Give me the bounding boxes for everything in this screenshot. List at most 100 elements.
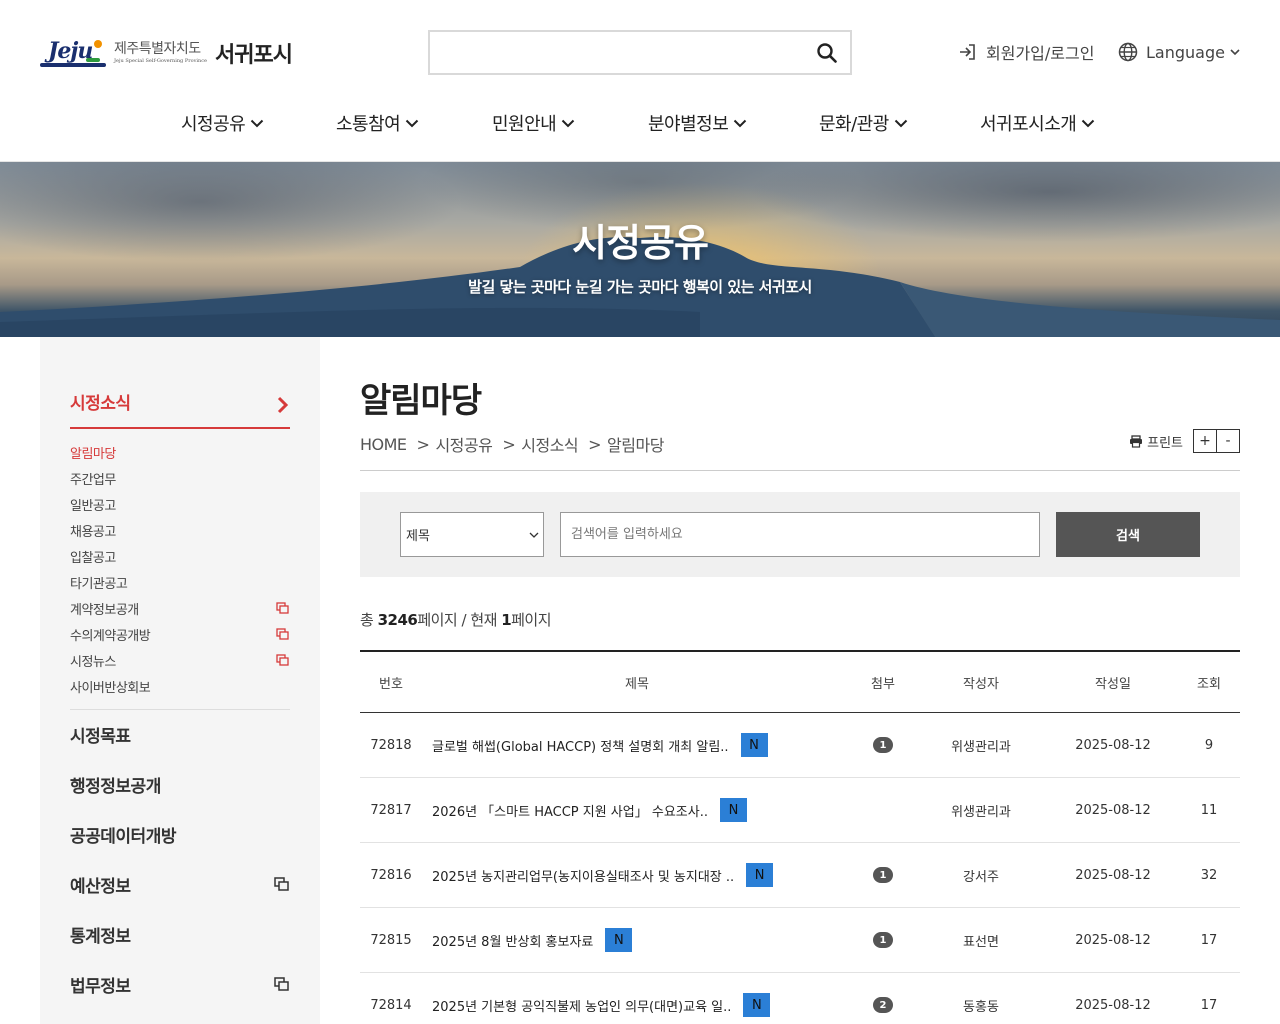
- breadcrumb-item[interactable]: 시정소식: [521, 432, 578, 456]
- breadcrumb-item[interactable]: 시정공유: [435, 432, 492, 456]
- page-count: 총 3246페이지 / 현재 1페이지: [360, 609, 552, 630]
- language-selector[interactable]: Language: [1118, 40, 1241, 64]
- gnb-label: 분야별정보: [648, 114, 729, 135]
- chevron-down-icon: [251, 119, 264, 128]
- sidebar-item-label: 법무정보: [70, 976, 131, 997]
- gnb-item-city-intro[interactable]: 서귀포시소개: [980, 108, 1096, 138]
- hero-banner: 시정공유 발길 닿는 곳마다 눈길 가는 곳마다 행복이 있는 서귀포시: [0, 162, 1280, 337]
- sidebar-section-title[interactable]: 시정소식: [70, 389, 290, 429]
- sidebar-item-label: 시정목표: [70, 726, 131, 747]
- chevron-down-icon: [529, 532, 539, 538]
- logo-city: 서귀포시: [215, 43, 293, 68]
- row-number: 72814: [370, 997, 412, 1013]
- row-attachment: 2: [852, 997, 914, 1013]
- sidebar-item-budget-info[interactable]: 예산정보: [70, 859, 290, 909]
- sidebar-item-public-data[interactable]: 공공데이터개방: [70, 809, 290, 859]
- sidebar-item-city-news[interactable]: 시정뉴스: [70, 647, 290, 673]
- sidebar-item-city-goals[interactable]: 시정목표: [70, 709, 290, 759]
- sidebar-item-contract-info[interactable]: 계약정보공개: [70, 595, 290, 621]
- table-row: 72814 2025년 기본형 공익직불제 농업인 의무(대면)교육 일.. N…: [360, 973, 1240, 1024]
- printer-icon: [1130, 434, 1143, 448]
- sidebar-item-general-notice[interactable]: 일반공고: [70, 491, 290, 517]
- row-author: 강서주: [963, 869, 999, 885]
- board-search-input[interactable]: [560, 512, 1040, 557]
- title-divider: [360, 470, 1240, 471]
- sidebar-main-menu: 시정목표 행정정보공개 공공데이터개방 예산정보 통계정보 법무정보: [70, 709, 290, 1009]
- sidebar-item-label: 타기관공고: [70, 576, 128, 592]
- logo-sun-dot: [94, 40, 102, 48]
- sidebar-item-other-agency[interactable]: 타기관공고: [70, 569, 290, 595]
- sidebar-item-label: 예산정보: [70, 876, 131, 897]
- gnb-item-civil-service[interactable]: 민원안내: [492, 108, 576, 138]
- search-icon[interactable]: [812, 38, 842, 68]
- search-field-value: 제목: [406, 529, 430, 544]
- table-row: 72818 글로벌 해썹(Global HACCP) 정책 설명회 개최 알림.…: [360, 713, 1240, 778]
- attachment-count-icon[interactable]: 1: [873, 737, 893, 753]
- table-row: 72815 2025년 8월 반상회 홍보자료 N 1 표선면 2025-08-…: [360, 908, 1240, 973]
- gnb-item-participation[interactable]: 소통참여: [336, 108, 420, 138]
- row-number: 72815: [370, 932, 412, 948]
- board-table: 번호 제목 첨부 작성자 작성일 조회 72818 글로벌 해썹(Global …: [360, 650, 1240, 1024]
- header-number: 번호: [379, 676, 403, 692]
- zoom-in-button[interactable]: +: [1193, 429, 1217, 453]
- sidebar-item-label: 주간업무: [70, 472, 116, 488]
- zoom-out-button[interactable]: -: [1216, 429, 1240, 453]
- sidebar-item-legal-info[interactable]: 법무정보: [70, 959, 290, 1009]
- jeju-logo-mark: Jeju: [40, 38, 106, 68]
- row-title-link[interactable]: 2025년 8월 반상회 홍보자료: [432, 931, 593, 950]
- gnb-item-field-info[interactable]: 분야별정보: [648, 108, 748, 138]
- sidebar-item-notice-board[interactable]: 알림마당: [70, 439, 290, 465]
- language-label: Language: [1146, 42, 1225, 62]
- count-total: 3246: [377, 611, 418, 629]
- globe-icon: [1118, 42, 1138, 62]
- row-title-cell: 2025년 8월 반상회 홍보자료 N: [422, 928, 852, 952]
- chevron-down-icon: [894, 119, 908, 128]
- chevron-down-icon: [1230, 49, 1240, 56]
- board-search-button[interactable]: 검색: [1056, 512, 1200, 557]
- row-number: 72816: [370, 867, 412, 883]
- row-title-link[interactable]: 글로벌 해썹(Global HACCP) 정책 설명회 개최 알림..: [432, 736, 729, 755]
- row-date: 2025-08-12: [1075, 867, 1151, 883]
- breadcrumb-home[interactable]: HOME: [360, 435, 407, 454]
- gnb-label: 서귀포시소개: [980, 114, 1077, 135]
- banner-title: 시정공유: [572, 221, 709, 265]
- header-date: 작성일: [1095, 676, 1131, 692]
- attachment-count-icon[interactable]: 1: [873, 867, 893, 883]
- count-mid: 페이지 / 현재: [417, 611, 502, 629]
- gnb-label: 시정공유: [181, 114, 246, 135]
- main-navigation: 시정공유 소통참여 민원안내 분야별정보 문화/관광 서귀포시소개: [0, 108, 1280, 138]
- count-current: 1: [501, 611, 512, 629]
- row-title-cell: 글로벌 해썹(Global HACCP) 정책 설명회 개최 알림.. N: [422, 733, 852, 757]
- row-title-link[interactable]: 2025년 농지관리업무(농지이용실태조사 및 농지대장 ..: [432, 866, 734, 885]
- gnb-item-culture-tourism[interactable]: 문화/관광: [819, 108, 909, 138]
- print-label: 프린트: [1147, 435, 1183, 451]
- row-title-link[interactable]: 2026년 「스마트 HACCP 지원 사업」 수요조사..: [432, 801, 708, 820]
- row-views: 17: [1200, 932, 1218, 948]
- banner-subtitle: 발길 닿는 곳마다 눈길 가는 곳마다 행복이 있는 서귀포시: [468, 278, 812, 296]
- gnb-item-city-sharing[interactable]: 시정공유: [181, 108, 265, 138]
- chevron-down-icon: [406, 119, 419, 128]
- row-number: 72817: [370, 802, 412, 818]
- sidebar-item-cyber-meeting[interactable]: 사이버반상회보: [70, 673, 290, 699]
- sidebar-item-admin-info[interactable]: 행정정보공개: [70, 759, 290, 809]
- row-title-cell: 2025년 기본형 공익직불제 농업인 의무(대면)교육 일.. N: [422, 993, 852, 1017]
- site-header: Jeju 제주특별자치도 Jeju Special Self-Governing…: [0, 0, 1280, 162]
- board-search-panel: 제목 검색: [360, 492, 1240, 577]
- site-logo[interactable]: Jeju 제주특별자치도 Jeju Special Self-Governing…: [40, 36, 293, 70]
- attachment-count-icon[interactable]: 1: [873, 932, 893, 948]
- sidebar-item-statistics[interactable]: 통계정보: [70, 909, 290, 959]
- header-search-input[interactable]: [440, 38, 810, 67]
- sidebar-item-private-contract[interactable]: 수의계약공개방: [70, 621, 290, 647]
- attachment-count-icon[interactable]: 2: [873, 997, 893, 1013]
- row-title-link[interactable]: 2025년 기본형 공익직불제 농업인 의무(대면)교육 일..: [432, 996, 731, 1015]
- external-link-icon: [276, 654, 289, 666]
- sidebar-item-recruitment[interactable]: 채용공고: [70, 517, 290, 543]
- row-author: 위생관리과: [951, 739, 1011, 755]
- new-badge: N: [740, 733, 768, 757]
- print-button[interactable]: 프린트: [1129, 432, 1183, 451]
- row-views: 11: [1200, 802, 1218, 818]
- sidebar-item-weekly-work[interactable]: 주간업무: [70, 465, 290, 491]
- sidebar-item-bidding[interactable]: 입찰공고: [70, 543, 290, 569]
- login-link[interactable]: 회원가입/로그인: [958, 40, 1094, 64]
- search-field-select[interactable]: 제목: [400, 512, 544, 557]
